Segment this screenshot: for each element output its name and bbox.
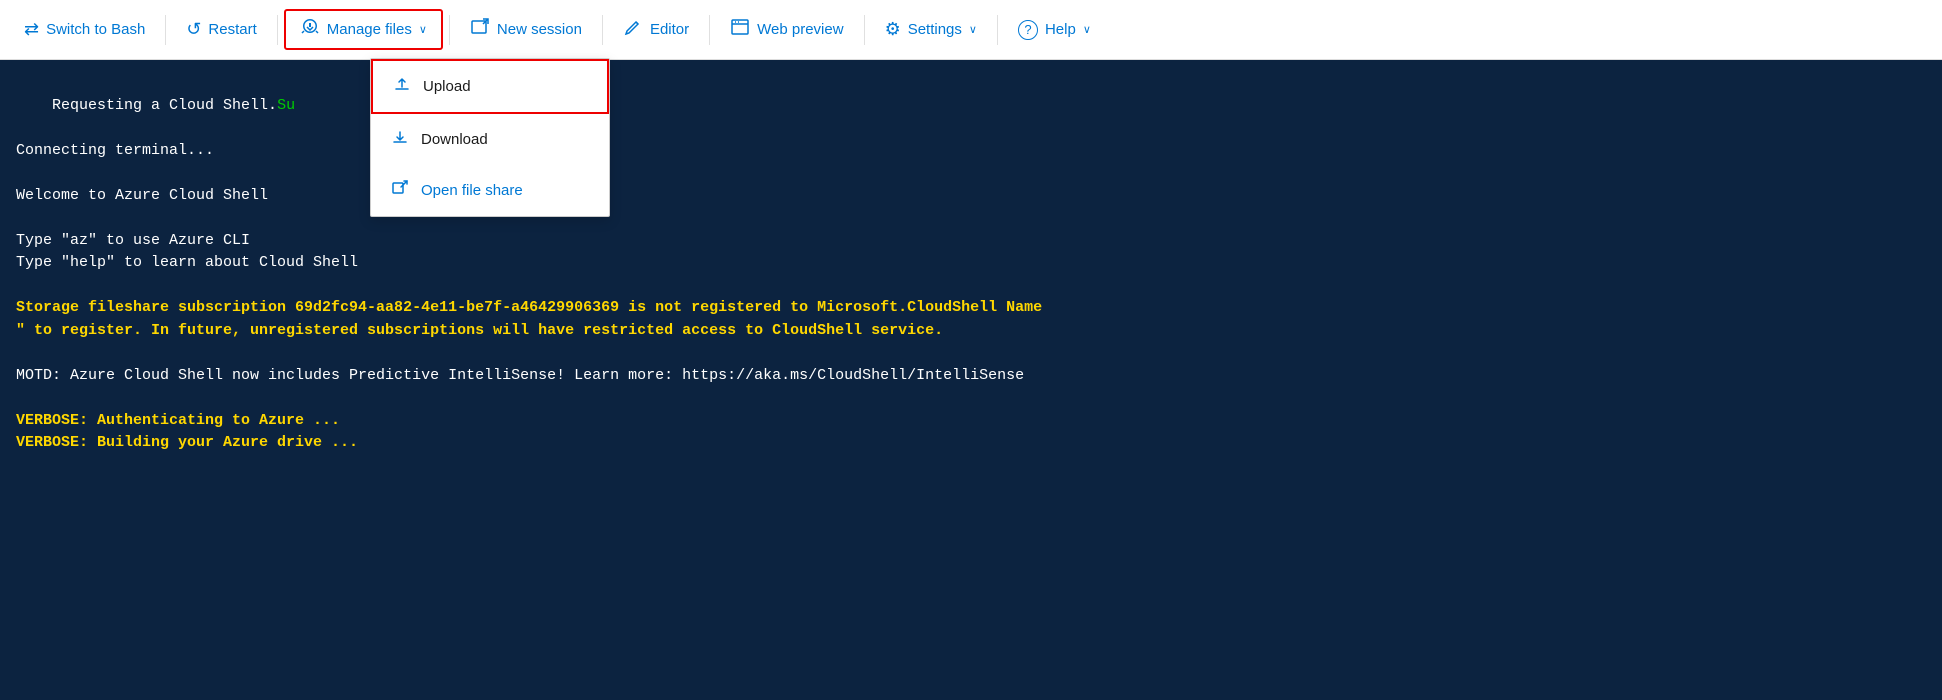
restart-label: Restart — [208, 21, 256, 38]
manage-files-chevron-icon: ∨ — [419, 23, 427, 36]
web-preview-button[interactable]: Web preview — [716, 11, 857, 48]
terminal-line-8 — [16, 275, 1926, 298]
separator-1 — [165, 15, 166, 45]
separator-5 — [709, 15, 710, 45]
help-icon: ? — [1018, 20, 1038, 40]
terminal-line-13 — [16, 387, 1926, 410]
terminal-line-14: VERBOSE: Authenticating to Azure ... — [16, 410, 1926, 433]
editor-button[interactable]: Editor — [609, 11, 703, 48]
open-file-share-icon — [391, 179, 409, 202]
settings-button[interactable]: ⚙ Settings ∨ — [871, 13, 991, 46]
terminal-line-11 — [16, 342, 1926, 365]
restart-icon: ↺ — [186, 19, 201, 40]
settings-icon: ⚙ — [885, 19, 901, 40]
manage-files-icon — [300, 17, 320, 42]
settings-label: Settings — [908, 21, 962, 38]
separator-7 — [997, 15, 998, 45]
upload-menu-item[interactable]: Upload — [371, 59, 609, 114]
terminal-line-3 — [16, 162, 1926, 185]
terminal-line-15: VERBOSE: Building your Azure drive ... — [16, 432, 1926, 455]
terminal-line-4: Welcome to Azure Cloud Shell — [16, 185, 1926, 208]
help-label: Help — [1045, 21, 1076, 38]
terminal-line-1: Requesting a Cloud Shell.Su — [16, 72, 1926, 140]
terminal-line-1-green: Su — [277, 97, 295, 114]
new-session-label: New session — [497, 21, 582, 38]
new-session-icon — [470, 17, 490, 42]
settings-chevron-icon: ∨ — [969, 23, 977, 36]
open-file-share-label: Open file share — [421, 182, 523, 199]
terminal-line-2: Connecting terminal... — [16, 140, 1926, 163]
restart-button[interactable]: ↺ Restart — [172, 13, 270, 46]
web-preview-label: Web preview — [757, 21, 843, 38]
editor-icon — [623, 17, 643, 42]
terminal-line-7: Type "help" to learn about Cloud Shell — [16, 252, 1926, 275]
separator-4 — [602, 15, 603, 45]
terminal-line-9: Storage fileshare subscription 69d2fc94-… — [16, 297, 1926, 320]
download-label: Download — [421, 131, 488, 148]
manage-files-dropdown: Upload Download Open file share — [370, 58, 610, 217]
separator-3 — [449, 15, 450, 45]
download-icon — [391, 128, 409, 151]
separator-2 — [277, 15, 278, 45]
separator-6 — [864, 15, 865, 45]
terminal-line-12: MOTD: Azure Cloud Shell now includes Pre… — [16, 365, 1926, 388]
toolbar: ⇄ Switch to Bash ↺ Restart Manage files … — [0, 0, 1942, 60]
download-menu-item[interactable]: Download — [371, 114, 609, 165]
help-chevron-icon: ∨ — [1083, 23, 1091, 36]
switch-to-bash-label: Switch to Bash — [46, 21, 145, 38]
terminal-line-10: " to register. In future, unregistered s… — [16, 320, 1926, 343]
open-file-share-menu-item[interactable]: Open file share — [371, 165, 609, 216]
manage-files-label: Manage files — [327, 21, 412, 38]
terminal-line-6: Type "az" to use Azure CLI — [16, 230, 1926, 253]
upload-icon — [393, 75, 411, 98]
new-session-button[interactable]: New session — [456, 11, 596, 48]
web-preview-icon — [730, 17, 750, 42]
editor-label: Editor — [650, 21, 689, 38]
switch-to-bash-button[interactable]: ⇄ Switch to Bash — [10, 13, 159, 46]
manage-files-button[interactable]: Manage files ∨ — [284, 9, 443, 50]
terminal-area[interactable]: Requesting a Cloud Shell.Su Connecting t… — [0, 60, 1942, 700]
upload-label: Upload — [423, 78, 471, 95]
terminal-line-5 — [16, 207, 1926, 230]
switch-icon: ⇄ — [24, 19, 39, 40]
help-button[interactable]: ? Help ∨ — [1004, 14, 1105, 46]
